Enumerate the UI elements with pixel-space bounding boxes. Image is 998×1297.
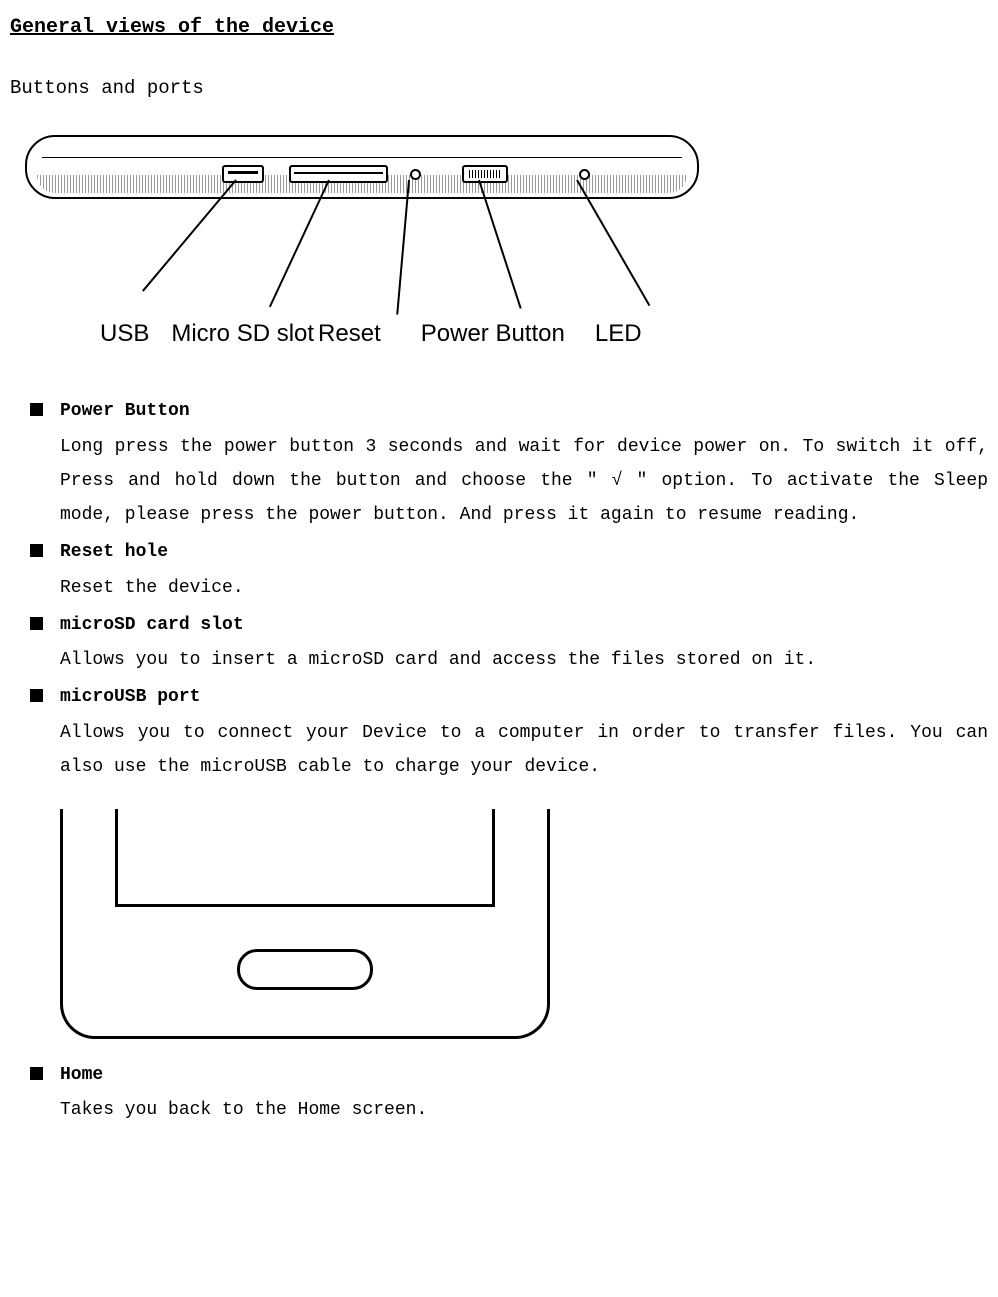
item-body-power: Long press the power button 3 seconds an… (60, 430, 988, 533)
item-body-sd: Allows you to insert a microSD card and … (60, 643, 988, 677)
item-title-home: Home (60, 1059, 988, 1091)
label-power: Power Button (421, 312, 565, 355)
usb-port-icon (222, 165, 264, 183)
item-title-power: Power Button (60, 395, 988, 427)
item-body-usb: Allows you to connect your Device to a c… (60, 716, 988, 784)
label-usb: USB (100, 312, 149, 355)
device-inner-edge (42, 157, 682, 158)
item-title-reset: Reset hole (60, 536, 988, 568)
feature-list-2: Home Takes you back to the Home screen. (30, 1059, 988, 1128)
subtitle: Buttons and ports (10, 71, 988, 105)
device-screen-outline (115, 809, 495, 907)
label-led: LED (595, 312, 642, 355)
label-reset: Reset (318, 312, 381, 355)
home-button-icon (237, 949, 373, 990)
device-top-diagram: USB Micro SD slot Reset Power Button LED (20, 125, 700, 355)
list-item: microSD card slot Allows you to insert a… (30, 609, 988, 678)
pointer-reset (396, 180, 410, 315)
list-item: Reset hole Reset the device. (30, 536, 988, 605)
pointer-power (478, 180, 522, 309)
feature-list-1: Power Button Long press the power button… (30, 395, 988, 784)
label-microsd: Micro SD slot (171, 312, 314, 355)
item-title-sd: microSD card slot (60, 609, 988, 641)
item-body-reset: Reset the device. (60, 571, 988, 605)
list-item: microUSB port Allows you to connect your… (30, 681, 988, 784)
diagram-label-row: USB Micro SD slot Reset Power Button LED (100, 312, 700, 355)
page-heading: General views of the device (10, 10, 988, 46)
list-item: Power Button Long press the power button… (30, 395, 988, 532)
item-title-usb: microUSB port (60, 681, 988, 713)
power-button-icon (462, 165, 508, 183)
device-body-outline (25, 135, 699, 199)
device-front-diagram (60, 809, 550, 1039)
microsd-slot-icon (289, 165, 388, 183)
item-body-home: Takes you back to the Home screen. (60, 1093, 988, 1127)
list-item: Home Takes you back to the Home screen. (30, 1059, 988, 1128)
